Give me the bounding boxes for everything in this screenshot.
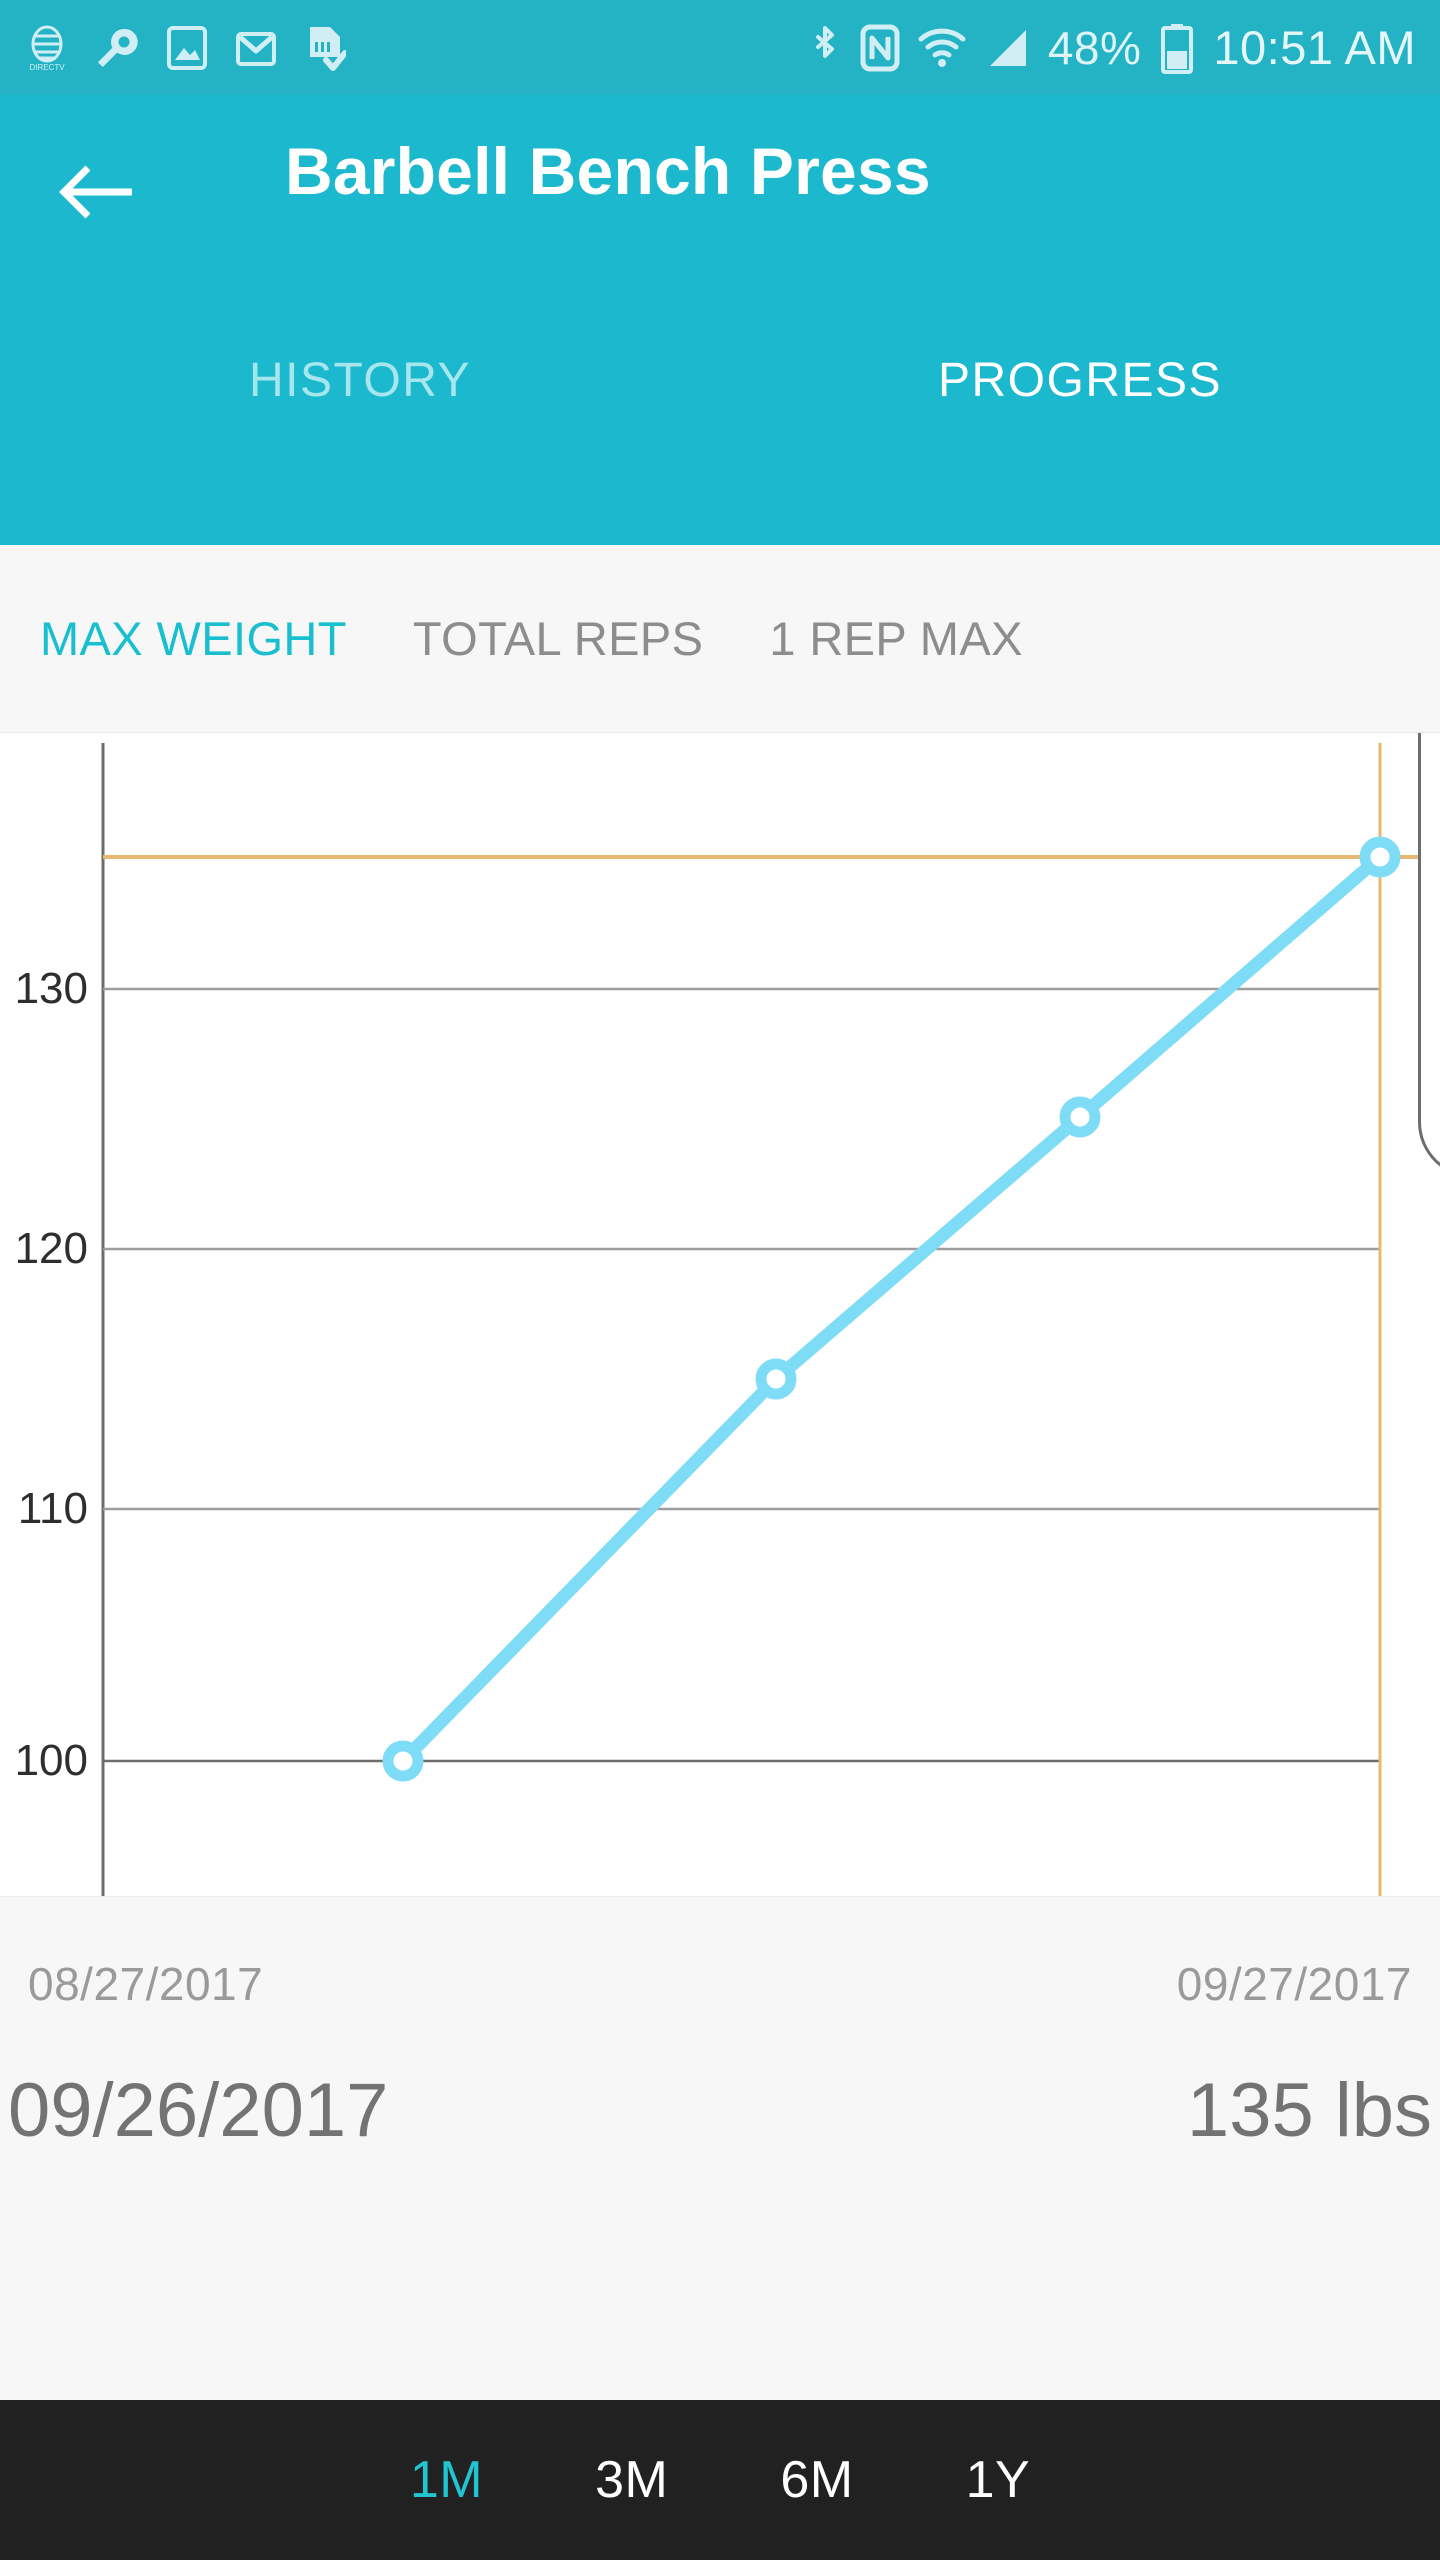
offscreen-detail-card[interactable] xyxy=(1418,733,1440,1178)
status-bar-right-icons: 48% 10:51 AM xyxy=(808,22,1416,74)
range-button-3m[interactable]: 3M xyxy=(579,2440,684,2520)
metric-tab-bar: MAX WEIGHT TOTAL REPS 1 REP MAX xyxy=(0,545,1440,733)
tab-history[interactable]: HISTORY xyxy=(0,325,720,485)
cell-signal-icon xyxy=(989,29,1026,66)
photo-icon xyxy=(167,25,207,70)
page-title: Barbell Bench Press xyxy=(285,134,931,208)
selected-value: 135 lbs xyxy=(1186,2068,1432,2153)
wrench-icon xyxy=(98,28,138,67)
app-screen: DIRECTV 48% 10:51 AM Barbell Bench Press… xyxy=(0,0,1440,2560)
battery-percent-label: 48% xyxy=(1047,21,1142,74)
range-start-date: 08/27/2017 xyxy=(28,1958,264,2010)
y-tick-label-100: 100 xyxy=(14,1736,88,1785)
data-point-1 xyxy=(382,1740,424,1782)
tab-progress[interactable]: PROGRESS xyxy=(720,325,1440,485)
status-bar: DIRECTV 48% 10:51 AM xyxy=(0,0,1440,95)
chart-info-panel: 08/27/2017 09/27/2017 09/26/2017 135 lbs xyxy=(0,1896,1440,2400)
gmail-icon xyxy=(236,31,276,66)
y-tick-label-110: 110 xyxy=(17,1484,88,1533)
selected-date: 09/26/2017 xyxy=(8,2068,389,2153)
range-button-1y[interactable]: 1Y xyxy=(950,2440,1047,2520)
status-bar-left-icons: DIRECTV xyxy=(26,24,346,72)
tab-max-weight[interactable]: MAX WEIGHT xyxy=(40,611,347,666)
data-point-2 xyxy=(755,1358,797,1400)
tab-1-rep-max[interactable]: 1 REP MAX xyxy=(769,611,1023,666)
status-bar-clock: 10:51 AM xyxy=(1213,21,1416,74)
date-range-row: 08/27/2017 09/27/2017 xyxy=(0,1957,1440,2011)
back-button[interactable] xyxy=(52,147,142,237)
y-tick-label-130: 130 xyxy=(14,964,88,1013)
range-end-date: 09/27/2017 xyxy=(1176,1958,1412,2010)
data-point-3 xyxy=(1059,1096,1101,1138)
app-bar: Barbell Bench Press HISTORY PROGRESS xyxy=(0,95,1440,545)
range-button-1m[interactable]: 1M xyxy=(394,2440,499,2520)
wifi-icon xyxy=(918,28,966,67)
tab-total-reps[interactable]: TOTAL REPS xyxy=(413,611,703,666)
progress-chart[interactable]: 130 120 110 100 xyxy=(0,733,1440,1896)
range-button-6m[interactable]: 6M xyxy=(764,2440,869,2520)
data-line xyxy=(396,850,1387,1768)
document-check-icon xyxy=(310,26,346,71)
range-selector-bar: 1M 3M 6M 1Y xyxy=(0,2400,1440,2560)
svg-text:DIRECTV: DIRECTV xyxy=(29,63,65,72)
data-point-4 xyxy=(1359,836,1401,878)
directv-icon: DIRECTV xyxy=(29,25,65,72)
battery-icon xyxy=(1161,23,1194,74)
nfc-icon xyxy=(860,24,900,71)
app-bar-top-row: Barbell Bench Press xyxy=(0,95,1440,285)
primary-tab-bar: HISTORY PROGRESS xyxy=(0,325,1440,485)
y-tick-label-120: 120 xyxy=(14,1224,88,1273)
bluetooth-icon xyxy=(815,25,834,58)
chart-canvas xyxy=(101,743,1440,1896)
selected-point-row: 09/26/2017 135 lbs xyxy=(0,2067,1440,2154)
back-arrow-icon xyxy=(59,165,132,219)
